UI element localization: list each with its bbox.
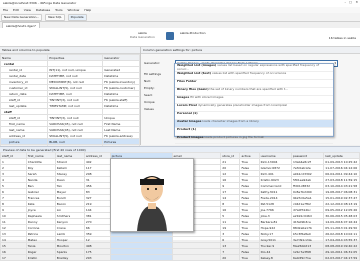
generator-option-title: Binary files (basic) xyxy=(177,87,209,91)
source-db-sub: Data Generation xyxy=(130,35,155,39)
new-sql-button[interactable]: New SQL xyxy=(45,14,65,21)
close-icon[interactable]: ✕ xyxy=(355,0,358,4)
target-db-label: sakila.Production xyxy=(180,31,206,35)
menu-file[interactable]: File xyxy=(3,8,8,12)
generator-option[interactable]: Avatar Images loads character images fro… xyxy=(175,119,333,128)
preview-cell: True xyxy=(239,254,260,261)
preview-cell: 17 xyxy=(0,254,27,261)
populate-button[interactable]: Populate xyxy=(67,14,87,21)
chevron-down-icon: ▾ xyxy=(334,61,336,65)
generator-option-desc: fill with stored images xyxy=(190,95,224,99)
settings-panel-header: Column generation settings for: picture xyxy=(141,47,360,54)
null-field-label: Null: xyxy=(144,79,151,83)
generator-option-title: Personal (1) xyxy=(177,111,198,115)
preview-cell: 20 xyxy=(220,254,241,261)
generator-label: Generator: xyxy=(144,61,161,65)
tables-panel: Tables and columns to populate Name Prop… xyxy=(0,47,141,151)
fill-settings-label: Fill settings xyxy=(144,72,161,76)
app-title: sakila@localhost:3306 - dbForge Data Gen… xyxy=(3,1,77,5)
generator-option-title: Avatar Images xyxy=(177,119,202,123)
tables-count: 16 tables in sakila xyxy=(328,36,356,40)
unique-checkbox-label[interactable]: Unique xyxy=(144,99,161,106)
generator-option-desc: loads product pictures in jpg file forma… xyxy=(204,135,264,139)
generator-option-desc: the set of binary numbers that are speci… xyxy=(209,87,289,91)
preview-cell: 293 xyxy=(83,254,111,261)
menu-view[interactable]: View xyxy=(24,8,31,12)
preview-cell xyxy=(109,254,173,261)
menu-tools[interactable]: Tools xyxy=(55,8,62,12)
info-bar: sakila Data Generation sakila.Production… xyxy=(0,28,360,47)
empty-field-label: Empty: xyxy=(144,86,155,90)
avatar-preview-popup xyxy=(110,158,194,232)
preview-cell: 02-03-2017 04:17:59 xyxy=(323,254,360,261)
avatar-image xyxy=(111,159,193,231)
maximize-icon[interactable]: □ xyxy=(349,0,352,4)
menu-window[interactable]: Window xyxy=(68,8,80,12)
generator-option-title: Product Images xyxy=(177,135,204,139)
minimize-icon[interactable]: – xyxy=(345,0,347,4)
generator-option-title: Files Folder xyxy=(177,79,197,83)
table-row[interactable]: 17 Kristin Bradley 293 20 True Kelsey.8 6a0df2c… xyxy=(0,254,360,261)
generator-dropdown: Weighted List (images) values list based… xyxy=(174,63,334,144)
generator-option[interactable]: Lorem Pixel dynamically generates placeh… xyxy=(175,103,333,112)
menu-help[interactable]: Help xyxy=(84,8,91,12)
generator-option-desc: dynamically generates placeholder images… xyxy=(197,103,288,107)
generator-option[interactable]: Product Images loads product pictures in… xyxy=(175,135,333,144)
preview-cell xyxy=(171,254,222,261)
preview-cell: Kelsey.8 xyxy=(258,254,292,261)
generator-option-title: Product (1) xyxy=(177,127,197,131)
generator-option-desc: loads character images from a library xyxy=(202,119,259,123)
generator-option-title: Lorem Pixel xyxy=(177,103,197,107)
values-label: Values xyxy=(144,107,154,111)
preview-cell: Kristin xyxy=(25,254,56,261)
menu-database[interactable]: Database xyxy=(36,8,50,12)
menu-edit[interactable]: Edit xyxy=(13,8,19,12)
settings-fields: Fill settings Null: Empty: Seed: Unique … xyxy=(144,71,161,113)
tables-tree: Name Properties Generator rental rental_i… xyxy=(0,54,140,151)
toolbar: New Data Generation... New SQL Populate xyxy=(0,13,360,22)
generator-option-desc: values list with specified frequency of … xyxy=(211,71,287,75)
preview-cell: Bradley xyxy=(54,254,85,261)
generator-option-title: Images xyxy=(177,95,190,99)
arrow-icon xyxy=(166,32,174,40)
generator-option[interactable]: Weighted List (text) values list with sp… xyxy=(175,71,333,80)
preview-cell: 6a0df2c71e xyxy=(290,254,325,261)
tables-panel-header: Tables and columns to populate xyxy=(0,47,140,54)
new-data-generation-button[interactable]: New Data Generation... xyxy=(1,14,43,21)
generator-option-title: Weighted List (text) xyxy=(177,71,211,75)
seed-field-label: Seed: xyxy=(144,93,153,97)
